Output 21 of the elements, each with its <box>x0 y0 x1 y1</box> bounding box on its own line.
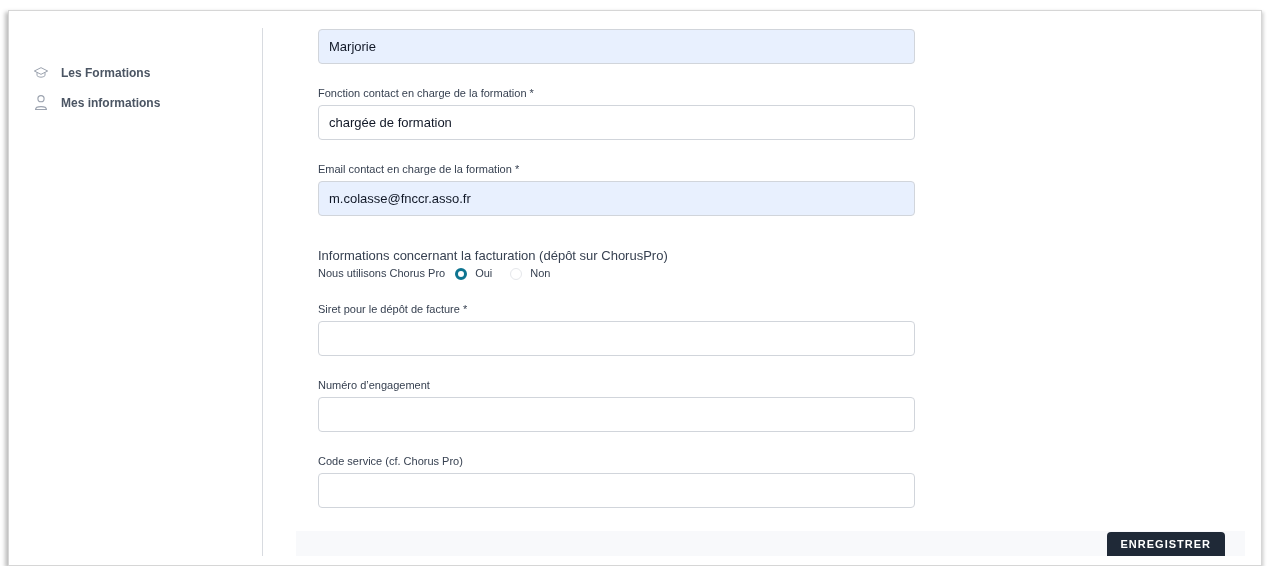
section-heading: Informations concernant la facturation (dépôt sur ChorusPro) <box>318 248 669 263</box>
field-label: Code service (cf. Chorus Pro) <box>318 455 464 468</box>
field-label: Fonction contact en charge de la formation * <box>318 87 535 100</box>
save-button[interactable]: ENREGISTRER <box>1106 532 1225 556</box>
sidebar-item[interactable]: Mes informations <box>33 94 262 111</box>
input-field[interactable] <box>318 321 915 356</box>
field-label: Siret pour le dépôt de facture * <box>318 303 469 316</box>
field-label: Numéro d’engagement <box>318 379 431 392</box>
radio-question: Nous utilisons Chorus Pro <box>318 267 446 280</box>
radio-option[interactable]: Oui <box>455 267 493 280</box>
input-field[interactable]: Marjorie <box>318 29 915 64</box>
input-field[interactable]: chargée de formation <box>318 105 915 140</box>
radio-button[interactable] <box>455 267 468 280</box>
input-field[interactable] <box>318 473 915 508</box>
user-icon <box>33 94 49 111</box>
graduation-cap-icon <box>33 66 49 80</box>
radio-option[interactable]: Non <box>510 267 551 280</box>
input-field[interactable] <box>318 397 915 432</box>
sidebar-item[interactable]: Les Formations <box>33 66 262 80</box>
field-label: Email contact en charge de la formation * <box>318 163 521 176</box>
input-field[interactable]: m.colasse@fnccr.asso.fr <box>318 181 915 216</box>
